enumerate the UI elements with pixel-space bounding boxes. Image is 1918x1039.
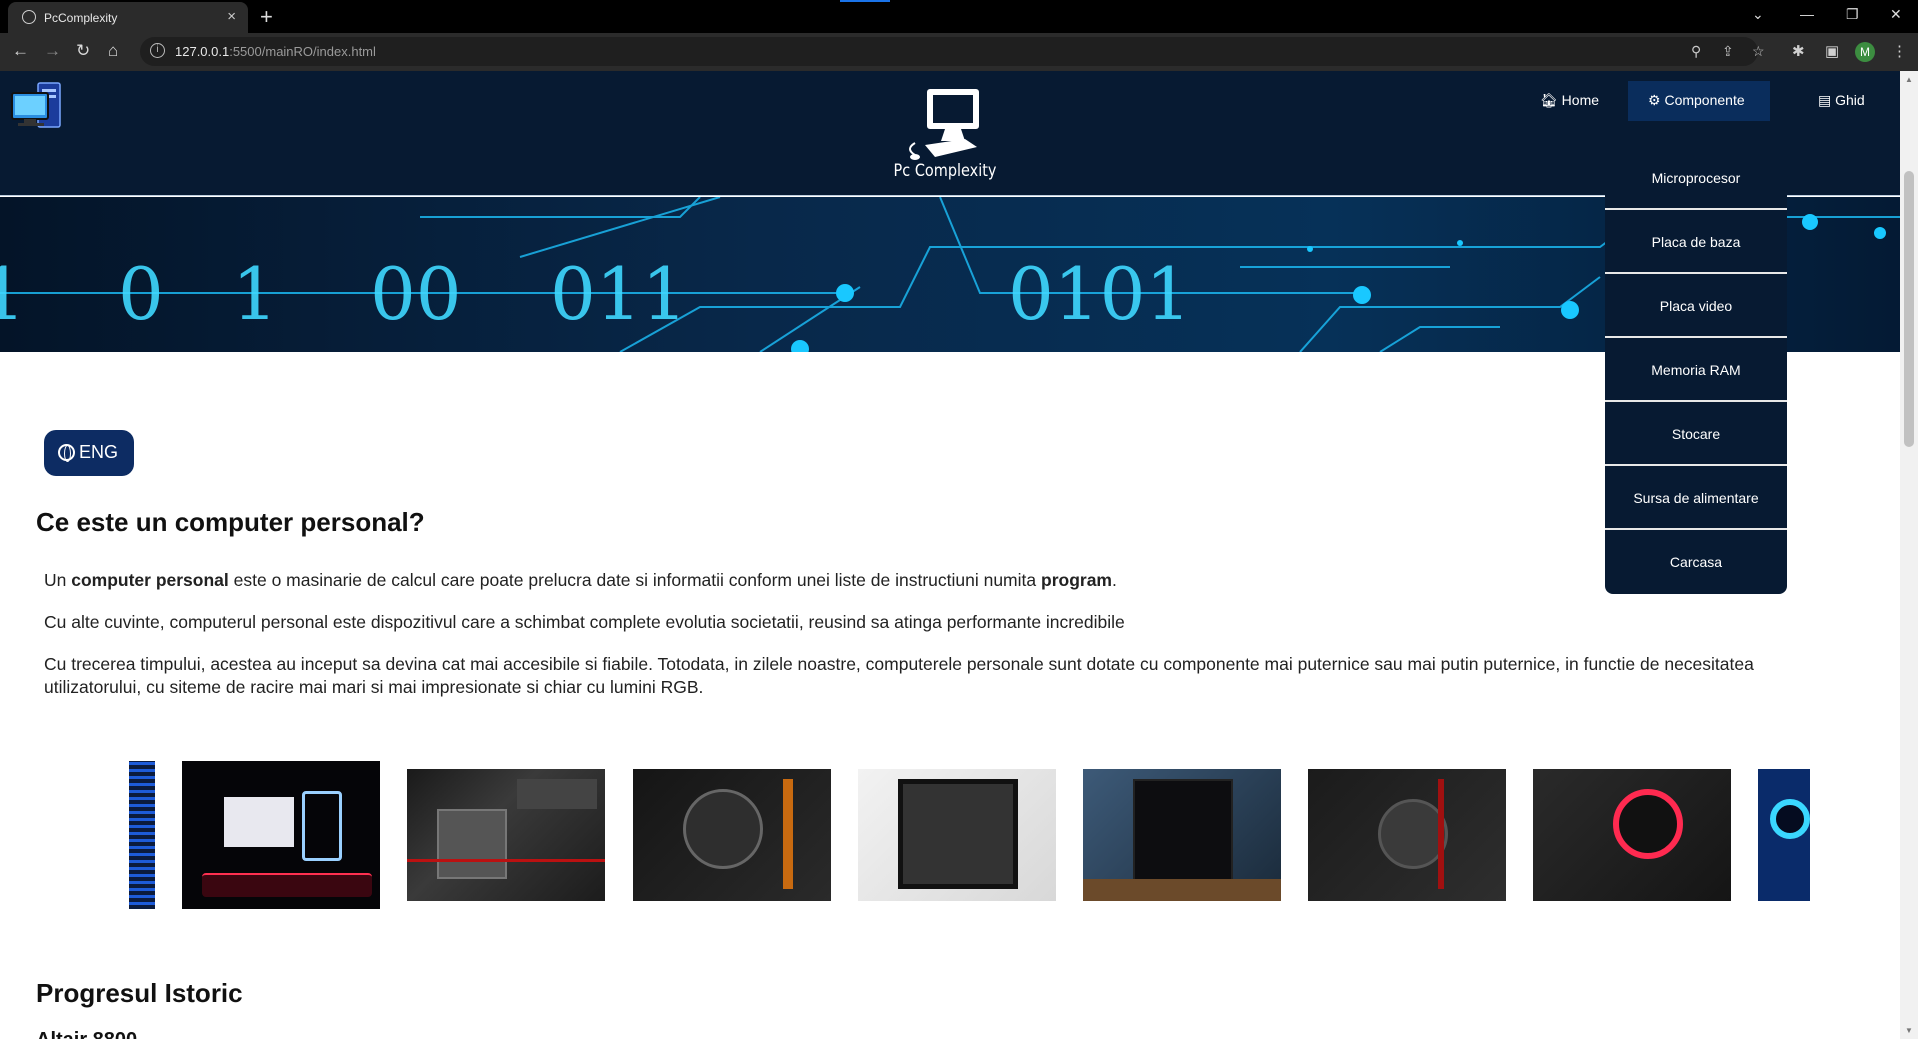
- history-heading: Progresul Istoric: [36, 978, 243, 1008]
- carousel-image[interactable]: [858, 769, 1056, 901]
- banner-digit: 1: [0, 252, 26, 336]
- restore-button[interactable]: ❐: [1846, 6, 1859, 23]
- intro-paragraph-2: Cu alte cuvinte, computerul personal est…: [44, 612, 1125, 632]
- image-carousel: [0, 761, 1900, 911]
- carousel-image[interactable]: [1308, 769, 1506, 901]
- tab-search-chevron-icon[interactable]: ⌄: [1752, 6, 1764, 23]
- computer-logo-icon[interactable]: [10, 81, 64, 131]
- bold-term: program: [1041, 570, 1112, 590]
- home-icon[interactable]: ⌂: [108, 41, 118, 61]
- minimize-button[interactable]: —: [1800, 6, 1814, 22]
- url-path: :5500/mainRO/index.html: [229, 44, 376, 59]
- page-scrollbar[interactable]: ▲ ▼: [1900, 71, 1918, 1039]
- back-icon[interactable]: ←: [12, 41, 29, 61]
- history-subheading: Altair 8800: [36, 1029, 137, 1039]
- nav-componente[interactable]: ⚙ Componente: [1628, 81, 1770, 121]
- intro-paragraph-1: Un computer personal este o masinarie de…: [44, 569, 1804, 592]
- banner-digit: 011: [550, 252, 687, 336]
- new-tab-button[interactable]: +: [260, 4, 273, 30]
- carousel-image[interactable]: [407, 769, 605, 901]
- nav-home-label: Home: [1561, 92, 1600, 108]
- dropdown-item-placa-de-baza[interactable]: Placa de baza: [1605, 210, 1787, 274]
- nav-ghid-label: Ghid: [1835, 92, 1865, 108]
- dropdown-item-microprocesor[interactable]: Microprocesor: [1605, 146, 1787, 210]
- dropdown-item-memoria-ram[interactable]: Memoria RAM: [1605, 338, 1787, 402]
- extensions-icon[interactable]: ✱: [1792, 42, 1805, 60]
- tab-loading-indicator: [840, 0, 890, 2]
- nav-home[interactable]: 🏠︎ Home: [1520, 81, 1619, 121]
- book-icon: ▤: [1818, 92, 1832, 108]
- text-span: Un: [44, 570, 72, 590]
- language-label: ENG: [79, 442, 119, 462]
- menu-icon[interactable]: ⋮: [1892, 42, 1907, 60]
- intro-heading: Ce este un computer personal?: [36, 507, 425, 537]
- tab-close-icon[interactable]: ×: [227, 8, 236, 25]
- language-toggle-button[interactable]: ENG: [44, 430, 134, 476]
- scrollbar-thumb[interactable]: [1904, 171, 1914, 447]
- intro-paragraph-3: Cu trecerea timpului, acestea au inceput…: [44, 654, 1754, 697]
- carousel-image[interactable]: [129, 761, 155, 909]
- browser-tab[interactable]: PcComplexity ×: [8, 2, 248, 33]
- componente-dropdown-menu: Microprocesor Placa de baza Placa video …: [1605, 146, 1787, 594]
- url-host: 127.0.0.1: [175, 44, 230, 59]
- nav-componente-label: Componente: [1664, 92, 1745, 108]
- dropdown-item-placa-video[interactable]: Placa video: [1605, 274, 1787, 338]
- nav-ghid[interactable]: ▤ Ghid: [1798, 81, 1885, 121]
- reload-icon[interactable]: ↻: [76, 41, 90, 61]
- dropdown-item-stocare[interactable]: Stocare: [1605, 402, 1787, 466]
- banner-digit: 0: [118, 252, 164, 336]
- bold-term: computer personal: [71, 570, 229, 590]
- house-icon: 🏠︎: [1540, 92, 1558, 108]
- text-span: este o masinarie de calcul care poate pr…: [228, 570, 1041, 590]
- url-text[interactable]: 127.0.0.1:5500/mainRO/index.html: [175, 44, 376, 59]
- banner-digit: 1: [232, 252, 278, 336]
- site-brand-title[interactable]: Pc Complexity: [890, 161, 1001, 181]
- scroll-down-arrow-icon[interactable]: ▼: [1905, 1026, 1913, 1035]
- chip-icon: ⚙: [1648, 92, 1661, 108]
- site-info-icon[interactable]: i: [150, 43, 165, 58]
- tab-title: PcComplexity: [44, 11, 118, 25]
- share-icon[interactable]: ⇪: [1722, 43, 1734, 60]
- bookmark-star-icon[interactable]: ☆: [1752, 43, 1765, 60]
- carousel-image[interactable]: [1083, 769, 1281, 901]
- browser-toolbar: ← → ↻ ⌂ i 127.0.0.1:5500/mainRO/index.ht…: [0, 33, 1918, 71]
- carousel-image[interactable]: [182, 761, 380, 909]
- globe-icon: [58, 444, 75, 462]
- scroll-up-arrow-icon[interactable]: ▲: [1905, 75, 1913, 84]
- page-viewport: Pc Complexity 🏠︎ Home ⚙ Componente ▤ Ghi…: [0, 71, 1900, 1039]
- carousel-image[interactable]: [633, 769, 831, 901]
- browser-tab-bar: PcComplexity × + ⌄ — ❐ ✕: [0, 0, 1918, 33]
- side-panel-icon[interactable]: ▣: [1825, 42, 1839, 60]
- text-span: .: [1111, 570, 1117, 590]
- zoom-icon[interactable]: ⚲: [1691, 43, 1701, 60]
- address-bar[interactable]: i 127.0.0.1:5500/mainRO/index.html ⚲ ⇪ ☆: [140, 37, 1765, 66]
- profile-avatar[interactable]: M: [1855, 42, 1875, 62]
- banner-digit: 00: [370, 252, 462, 336]
- banner-digit: 0101: [1008, 252, 1191, 336]
- close-window-button[interactable]: ✕: [1890, 6, 1902, 23]
- globe-favicon-icon: [22, 10, 36, 24]
- dropdown-item-sursa-de-alimentare[interactable]: Sursa de alimentare: [1605, 466, 1787, 530]
- pc-complexity-logo-icon[interactable]: [885, 85, 1005, 165]
- forward-icon[interactable]: →: [44, 41, 61, 61]
- carousel-image[interactable]: [1533, 769, 1731, 901]
- carousel-image[interactable]: [1758, 769, 1810, 901]
